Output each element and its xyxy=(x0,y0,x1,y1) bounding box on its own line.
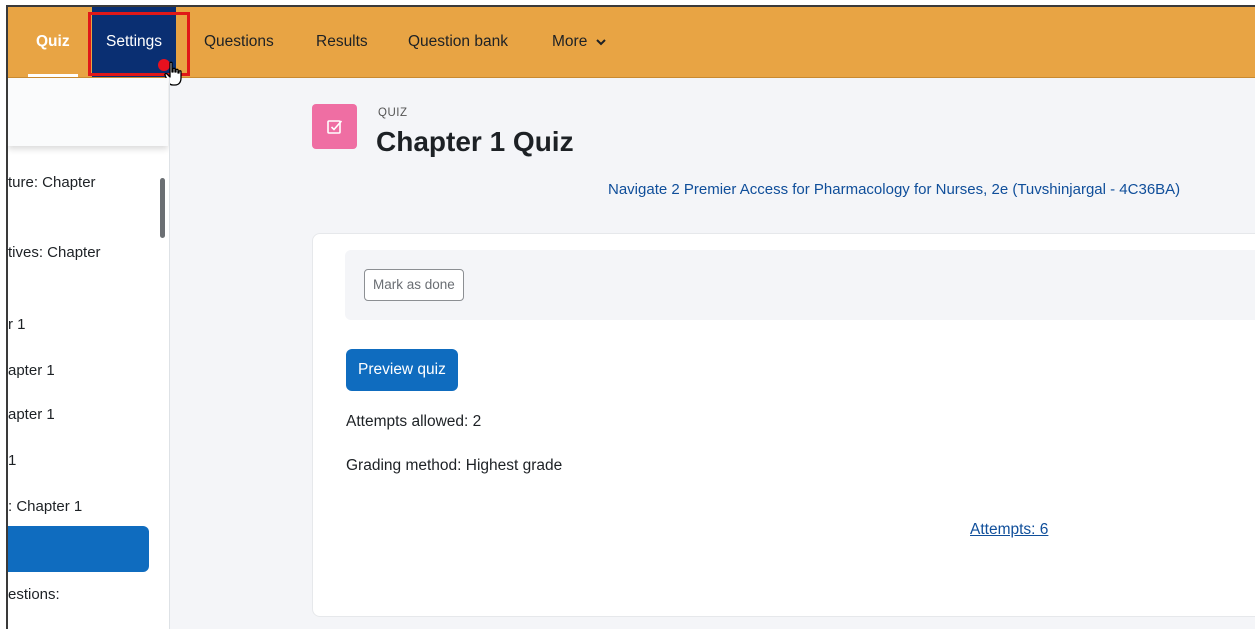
attempts-allowed-text: Attempts allowed: 2 xyxy=(346,413,482,430)
sidebar-item[interactable]: : Chapter 1 xyxy=(8,498,82,515)
sidebar-item-label: apter 1 xyxy=(8,362,55,379)
sidebar-item-label: apter 1 xyxy=(8,406,55,423)
drawer-header xyxy=(8,78,168,146)
sidebar-item[interactable]: ture: Chapter xyxy=(8,174,96,191)
sidebar-item[interactable]: r 1 xyxy=(8,316,26,333)
checkbox-icon xyxy=(326,119,342,134)
sidebar-item-label: ture: Chapter xyxy=(8,174,96,191)
sidebar-item[interactable]: apter 1 xyxy=(8,362,55,379)
sidebar-item[interactable]: tives: Chapter xyxy=(8,244,101,261)
sidebar-item-label: : Chapter 1 xyxy=(8,498,83,515)
sidebar-item[interactable]: apter 1 xyxy=(8,406,55,423)
tab-questions[interactable]: Questions xyxy=(190,7,288,77)
quiz-activity-icon xyxy=(312,104,357,149)
sidebar-item[interactable]: 1 xyxy=(8,452,16,469)
sidebar-item-active[interactable] xyxy=(8,526,149,572)
chevron-down-icon xyxy=(595,39,606,46)
tab-label: More xyxy=(552,33,588,50)
tab-label: Results xyxy=(316,33,368,50)
sidebar-item-label: r 1 xyxy=(8,316,26,333)
secondary-navigation: Quiz Settings Questions Results Question… xyxy=(8,7,1255,86)
sidebar-item-label: 1 xyxy=(8,452,17,469)
grading-method-text: Grading method: Highest grade xyxy=(346,457,563,474)
activity-completion-bar xyxy=(345,250,1255,320)
mark-as-done-button[interactable]: Mark as done xyxy=(364,269,464,301)
scrollbar-thumb[interactable] xyxy=(160,178,165,238)
app-window: Quiz Settings Questions Results Question… xyxy=(6,5,1255,629)
tab-question-bank[interactable]: Question bank xyxy=(394,7,522,77)
tab-quiz[interactable]: Quiz xyxy=(22,7,84,77)
tab-more[interactable]: More xyxy=(538,7,620,77)
course-index-drawer: ture: Chapter tives: Chapter r 1 apter 1… xyxy=(8,78,170,629)
preview-quiz-button[interactable]: Preview quiz xyxy=(346,349,458,391)
tab-label: Questions xyxy=(204,33,274,50)
tab-results[interactable]: Results xyxy=(302,7,382,77)
page-title: Chapter 1 Quiz xyxy=(376,126,574,157)
course-link[interactable]: Navigate 2 Premier Access for Pharmacolo… xyxy=(608,181,1180,198)
sidebar-item-label: tives: Chapter xyxy=(8,244,101,261)
attempts-link[interactable]: Attempts: 6 xyxy=(970,521,1048,539)
tab-label: Question bank xyxy=(408,33,508,50)
sidebar-item-label: estions: xyxy=(8,586,60,603)
tab-label: Quiz xyxy=(36,33,70,50)
sidebar-item[interactable]: estions: xyxy=(8,586,60,603)
activity-type-label: QUIZ xyxy=(378,107,408,119)
tab-label: Settings xyxy=(106,33,163,50)
